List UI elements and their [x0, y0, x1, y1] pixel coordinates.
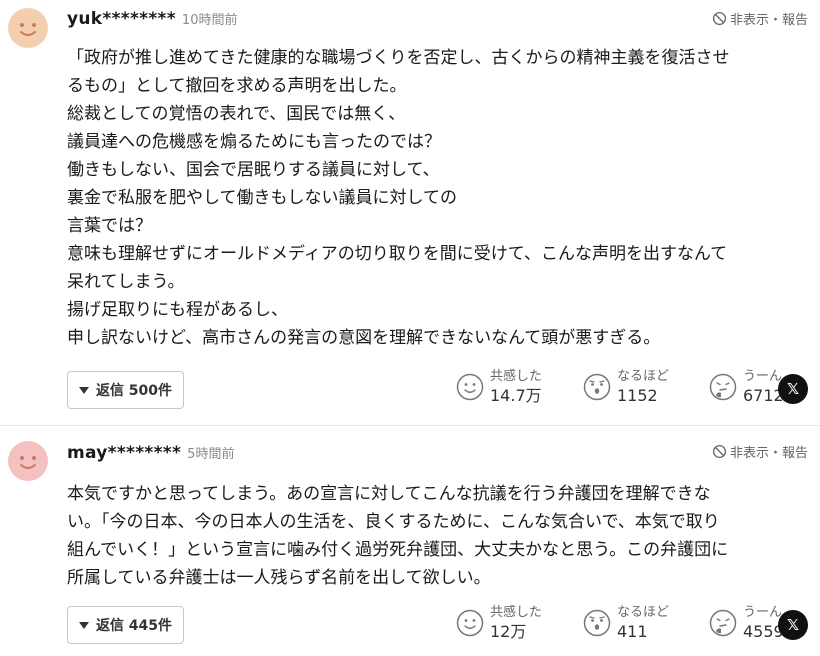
x-share-button[interactable]: 𝕏 — [778, 610, 808, 640]
insight-label: なるほど — [617, 369, 670, 384]
reaction-bar: 共感した 12万 なるほど 411 うーん 4559 — [455, 604, 817, 642]
hide-report-button[interactable]: 非表示・報告 — [712, 9, 808, 28]
comment-line: 揚げ足取りにも程があるし、 — [67, 300, 288, 320]
comment-line: 呆れてしまう。 — [67, 272, 185, 292]
reply-label: 返信 500件 — [95, 383, 173, 399]
surprised-face-icon — [583, 609, 611, 637]
hide-report-label: 非表示・報告 — [729, 13, 808, 28]
comment-line: 申し訳ないけど、高市さんの発言の意図を理解できないなんて頭が悪すぎる。 — [67, 328, 661, 348]
thinking-face-icon — [709, 373, 737, 401]
caret-down-icon — [78, 386, 89, 394]
smiley-avatar-icon — [8, 8, 48, 48]
insight-label: なるほど — [617, 605, 670, 620]
comment-line: 議員達への危機感を煽るためにも言ったのでは？ — [67, 132, 441, 152]
block-icon — [712, 11, 727, 26]
insight-reaction-button[interactable]: なるほど 411 — [582, 604, 694, 642]
avatar — [8, 441, 48, 481]
username[interactable]: yuk******** 10時間前 — [67, 9, 237, 29]
insight-count: 1152 — [617, 386, 658, 405]
hide-report-label: 非表示・報告 — [729, 446, 808, 461]
avatar — [8, 8, 48, 48]
smile-face-icon — [456, 373, 484, 401]
comment-line: 働きもしない、国会で居眠りする議員に対して、 — [67, 160, 440, 180]
divider — [0, 425, 820, 426]
reply-label: 返信 445件 — [95, 618, 173, 634]
caret-down-icon — [78, 621, 89, 629]
x-logo-icon: 𝕏 — [786, 616, 800, 634]
reply-button[interactable]: 返信 445件 — [67, 606, 184, 644]
comment-line: るもの」として撤回を求める声明を出した。 — [67, 76, 407, 96]
comment-body: 本気ですかと思ってしまう。あの宣言に対してこんな抗議を行う弁護団を理解できな い… — [67, 480, 807, 592]
timestamp: 5時間前 — [187, 447, 235, 462]
comment-line: 所属している弁護士は一人残らず名前を出して欲しい。 — [67, 568, 491, 588]
empathy-count: 14.7万 — [490, 386, 542, 405]
username[interactable]: may******** 5時間前 — [67, 443, 234, 463]
x-logo-icon: 𝕏 — [786, 380, 800, 398]
comment-item: may******** 5時間前 非表示・報告 本気ですかと思ってしまう。あの宣言… — [0, 427, 820, 656]
comment-line: 「政府が推し進めてきた健康的な職場づくりを否定し、古くからの精神主義を復活させ — [67, 48, 730, 68]
smiley-avatar-icon — [8, 441, 48, 481]
block-icon — [712, 444, 727, 459]
empathy-count: 12万 — [490, 622, 527, 641]
comment-body: 「政府が推し進めてきた健康的な職場づくりを否定し、古くからの精神主義を復活させ … — [67, 44, 807, 352]
comment-line: 言葉では？ — [67, 216, 152, 236]
insight-count: 411 — [617, 622, 648, 641]
comment-line: 組んでいく！」という宣言に噛み付く過労死弁護団、大丈夫かなと思う。この弁護団に — [67, 540, 729, 560]
thinking-face-icon — [709, 609, 737, 637]
x-share-button[interactable]: 𝕏 — [778, 374, 808, 404]
comment-line: 本気ですかと思ってしまう。あの宣言に対してこんな抗議を行う弁護団を理解できな — [67, 484, 711, 504]
comment-line: 意味も理解せずにオールドメディアの切り取りを間に受けて、こんな声明を出すなんて — [67, 244, 728, 264]
comment-line: 裏金で私服を肥やして働きもしない議員に対しての — [67, 188, 457, 208]
comment-line: い。「今の日本、今の日本人の生活を、良くするために、こんな気合いで、本気で取り — [67, 512, 720, 532]
hmm-label: うーん — [743, 605, 783, 620]
hmm-label: うーん — [743, 369, 783, 384]
smile-face-icon — [456, 609, 484, 637]
reaction-bar: 共感した 14.7万 なるほど 1152 うーん 6712 — [455, 368, 817, 406]
empathy-reaction-button[interactable]: 共感した 14.7万 — [455, 368, 568, 406]
comment-item: yuk******** 10時間前 非表示・報告 「政府が推し進めてきた健康的な職… — [0, 0, 820, 426]
empathy-label: 共感した — [490, 369, 543, 384]
hide-report-button[interactable]: 非表示・報告 — [712, 442, 808, 461]
surprised-face-icon — [583, 373, 611, 401]
empathy-reaction-button[interactable]: 共感した 12万 — [455, 604, 568, 642]
comment-line: 総裁としての覚悟の表れで、国民では無く、 — [67, 104, 406, 124]
insight-reaction-button[interactable]: なるほど 1152 — [582, 368, 694, 406]
reply-button[interactable]: 返信 500件 — [67, 371, 184, 409]
timestamp: 10時間前 — [181, 13, 238, 28]
empathy-label: 共感した — [490, 605, 543, 620]
